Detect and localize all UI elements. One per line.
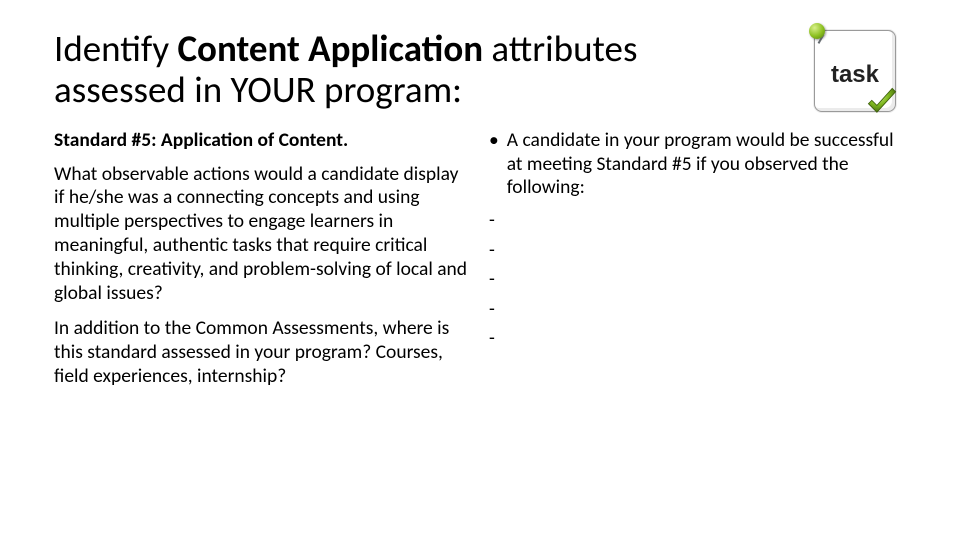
standard-heading: Standard #5: Application of Content. xyxy=(54,129,467,153)
dash-item: - xyxy=(489,265,906,294)
checkmark-icon xyxy=(865,85,899,119)
bullet-marker: • xyxy=(489,129,499,200)
title-bold: Content Application xyxy=(177,26,483,71)
dash-list: - - - - - xyxy=(489,206,906,353)
task-note-icon: task xyxy=(814,30,896,112)
body-columns: Standard #5: Application of Content. Wha… xyxy=(54,129,906,401)
pushpin-icon xyxy=(809,23,831,45)
bullet-item: • A candidate in your program would be s… xyxy=(489,129,906,200)
dash-item: - xyxy=(489,324,906,353)
right-column: • A candidate in your program would be s… xyxy=(489,129,906,401)
title-area: Identify Content Application attributes … xyxy=(54,28,906,111)
left-column: Standard #5: Application of Content. Wha… xyxy=(54,129,471,401)
left-paragraph-2: In addition to the Common Assessments, w… xyxy=(54,317,467,388)
slide: Identify Content Application attributes … xyxy=(0,0,960,540)
left-paragraph-1: What observable actions would a candidat… xyxy=(54,163,467,306)
bullet-text: A candidate in your program would be suc… xyxy=(507,129,906,200)
dash-item: - xyxy=(489,206,906,235)
title-pre: Identify xyxy=(54,26,177,71)
slide-title: Identify Content Application attributes … xyxy=(54,28,674,111)
dash-item: - xyxy=(489,236,906,265)
dash-item: - xyxy=(489,295,906,324)
